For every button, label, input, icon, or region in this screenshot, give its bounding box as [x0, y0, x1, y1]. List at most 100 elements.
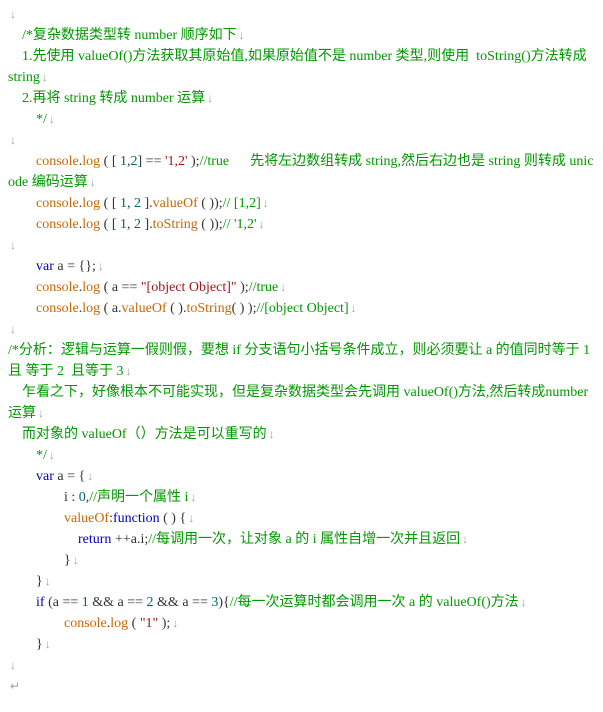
op-token: ++ [111, 532, 130, 547]
op-token: ( ) ); [232, 301, 257, 316]
comment-token: */ [36, 448, 47, 463]
op-token: = [67, 259, 78, 274]
method-token: console [36, 196, 79, 211]
code-line: */↓ [8, 109, 595, 130]
newline-marker: ↓ [10, 322, 16, 336]
op-token: ); [158, 616, 170, 631]
newline-marker: ↓ [280, 280, 286, 294]
code-line: 而对象的 valueOf（）方法是可以重写的↓ [8, 424, 595, 445]
code-line: return ++a.i;//每调用一次，让对象 a 的 i 属性自增一次并且返… [8, 529, 595, 550]
op-token: : [71, 490, 78, 505]
number-token: 2 [134, 217, 141, 232]
op-token: , [127, 217, 134, 232]
method-token: log [82, 301, 100, 316]
string-token: "1" [136, 616, 158, 631]
newline-marker: ↓ [207, 91, 213, 105]
comment-token: //每调用一次，让对象 a 的 i 属性自增一次并且返回 [148, 532, 460, 547]
code-line: ↓ [8, 655, 595, 676]
newline-marker: ↓ [263, 196, 269, 210]
newline-marker: ↓ [49, 448, 55, 462]
comment-token: 2.再将 string 转成 number 运算 [22, 91, 205, 106]
newline-marker: ↓ [90, 175, 96, 189]
newline-marker: ↓ [87, 469, 93, 483]
code-line: console.log ( a.valueOf ( ).toString( ) … [8, 298, 595, 319]
method-token: log [82, 196, 100, 211]
newline-marker: ↓ [10, 238, 16, 252]
newline-marker: ↓ [42, 70, 48, 84]
keyword-token: var [36, 469, 57, 484]
newline-marker: ↓ [10, 7, 16, 21]
op-token: ( ). [167, 301, 187, 316]
newline-marker: ↵ [10, 679, 20, 693]
code-line: var a = {↓ [8, 466, 595, 487]
method-token: valueOf [122, 301, 167, 316]
code-line: ↵ [8, 676, 595, 697]
method-token: toString [153, 217, 198, 232]
code-line: console.log ( [ 1, 2 ].valueOf ( ));// [… [8, 193, 595, 214]
newline-marker: ↓ [351, 301, 357, 315]
newline-marker: ↓ [462, 532, 468, 546]
code-line: }↓ [8, 550, 595, 571]
method-token: console [36, 301, 79, 316]
code-line: ↓ [8, 235, 595, 256]
comment-token: 乍看之下，好像根本不可能实现，但是复杂数据类型会先调用 valueOf()方法,… [8, 385, 592, 421]
method-token: log [82, 217, 100, 232]
comment-token: // [1,2] [223, 196, 261, 211]
newline-marker: ↓ [239, 28, 245, 42]
newline-marker: ↓ [38, 406, 44, 420]
op-token: && [89, 595, 118, 610]
code-line: }↓ [8, 634, 595, 655]
code-line: */↓ [8, 445, 595, 466]
code-line: valueOf:function ( ) {↓ [8, 508, 595, 529]
code-block: ↓ /*复杂数据类型转 number 顺序如下↓ 1.先使用 valueOf()… [8, 4, 595, 697]
code-line: console.log ( [ 1,2] == '1,2' );//true 先… [8, 151, 595, 193]
op-token: a. [108, 301, 121, 316]
keyword-token: function [113, 511, 160, 526]
method-token: log [110, 616, 128, 631]
method-token: console [36, 154, 79, 169]
number-token: 1 [82, 595, 89, 610]
op-token: {}; [79, 259, 96, 274]
number-token: 1 [120, 196, 127, 211]
newline-marker: ↓ [45, 637, 51, 651]
code-line: i : 0,//声明一个属性 i↓ [8, 487, 595, 508]
newline-marker: ↓ [521, 595, 527, 609]
op-token: == [122, 280, 138, 295]
code-line: 1.先使用 valueOf()方法获取其原始值,如果原始值不是 number 类… [8, 46, 595, 88]
newline-marker: ↓ [190, 490, 196, 504]
comment-token: /*分析：逻辑与运算一假则假，要想 if 分支语句小括号条件成立，则必须要让 a… [8, 343, 594, 379]
method-token: valueOf [153, 196, 198, 211]
comment-token: //每一次运算时都会调用一次 a 的 valueOf()方法 [230, 595, 519, 610]
newline-marker: ↓ [73, 553, 79, 567]
op-token: } [64, 553, 71, 568]
number-token: 1 [120, 217, 127, 232]
op-token: ); [188, 154, 200, 169]
string-token: '1,2' [161, 154, 187, 169]
op-token: ); [237, 280, 249, 295]
number-token: 1 [120, 154, 127, 169]
op-token: ] [138, 154, 146, 169]
keyword-token: return [78, 532, 111, 547]
code-line: var a = {};↓ [8, 256, 595, 277]
code-line: ↓ [8, 130, 595, 151]
op-token: ]. [141, 196, 153, 211]
newline-marker: ↓ [188, 511, 194, 525]
code-line: console.log ( "1" );↓ [8, 613, 595, 634]
method-token: log [82, 280, 100, 295]
op-token: == [192, 595, 211, 610]
op-token: [ [108, 196, 120, 211]
comment-token: */ [36, 112, 47, 127]
op-token: ){ [218, 595, 229, 610]
op-token: [ [108, 154, 120, 169]
code-line: /*复杂数据类型转 number 顺序如下↓ [8, 25, 595, 46]
op-token: a [182, 595, 192, 610]
number-token: 2 [131, 154, 138, 169]
op-token: { [79, 469, 86, 484]
op-token: == [62, 595, 81, 610]
newline-marker: ↓ [49, 112, 55, 126]
string-token: "[object Object]" [137, 280, 236, 295]
op-token: ( ) { [160, 511, 187, 526]
newline-marker: ↓ [10, 133, 16, 147]
number-token: 2 [147, 595, 154, 610]
method-token: toString [186, 301, 231, 316]
